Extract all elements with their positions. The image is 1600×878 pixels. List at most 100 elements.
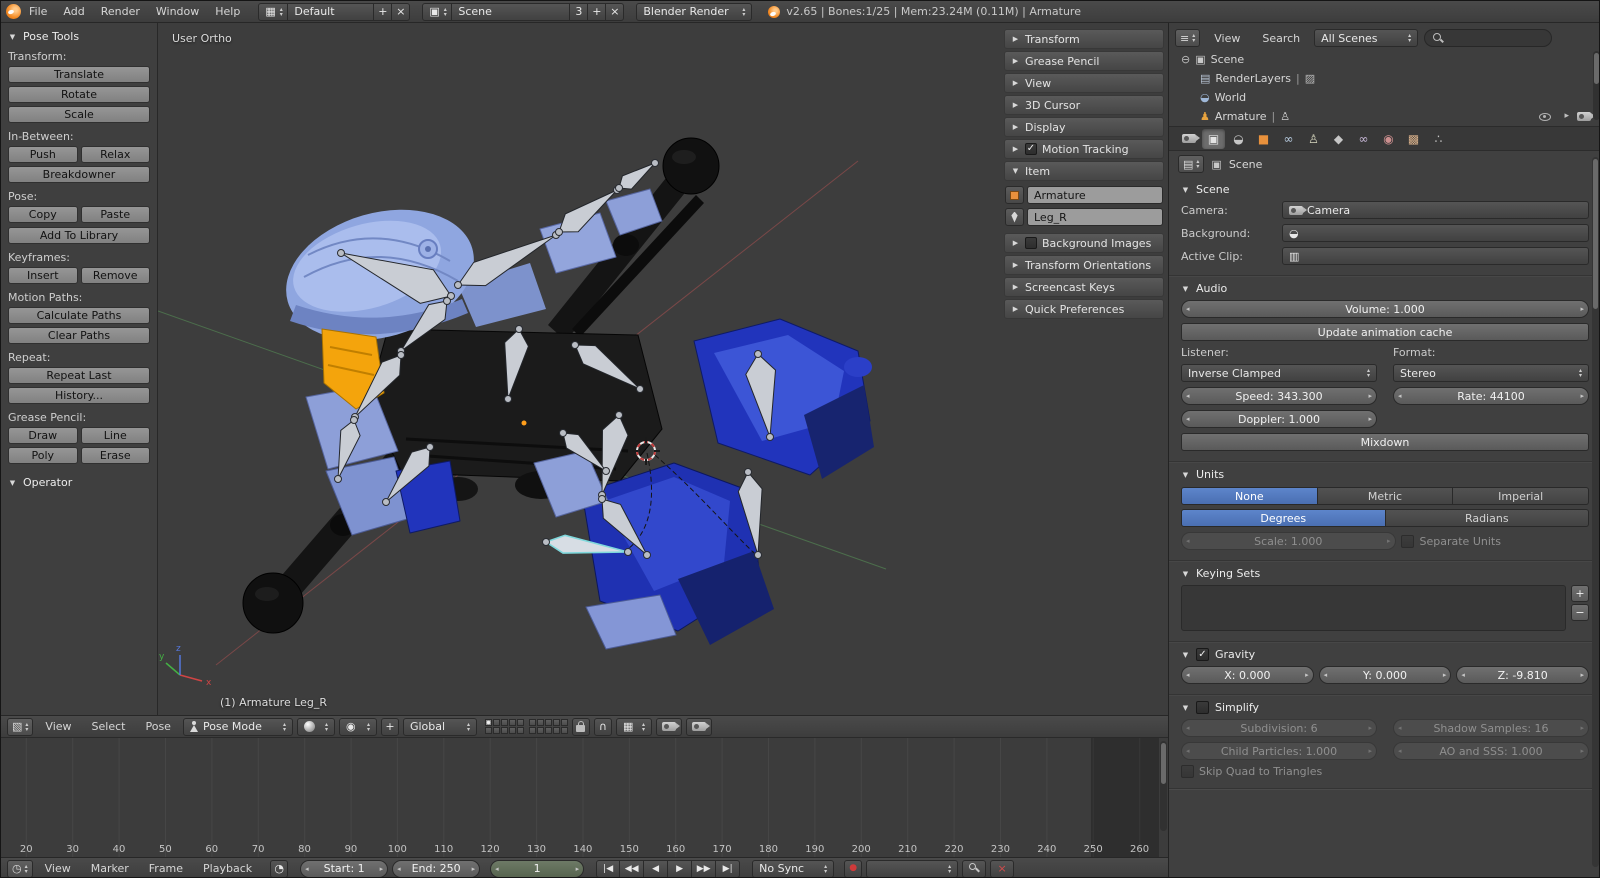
bone-joint[interactable] (624, 548, 632, 556)
rotate-button[interactable]: Rotate (8, 86, 150, 103)
bone-joint[interactable] (542, 538, 550, 546)
simplify-subdivision-slider[interactable]: Subdivision: 6 (1181, 719, 1377, 737)
outliner-search-field[interactable] (1424, 29, 1553, 47)
audio-channels-select[interactable]: Stereo (1393, 364, 1589, 382)
timeline-menu-view[interactable]: View (37, 862, 79, 875)
outliner-editor-type-button[interactable]: ≡ (1175, 29, 1201, 47)
bone-joint[interactable] (337, 249, 345, 257)
tab-texture[interactable]: ▩ (1402, 129, 1425, 149)
npanel-grease-pencil-header[interactable]: ▶ Grease Pencil (1004, 51, 1164, 71)
npanel-motion-tracking-header[interactable]: ▶ Motion Tracking (1004, 139, 1164, 159)
grease-draw-button[interactable]: Draw (8, 427, 78, 444)
properties-editor-type-button[interactable]: ▤ (1178, 155, 1205, 173)
jump-to-end-button[interactable]: ▶| (716, 859, 741, 877)
insert-keyframe-button[interactable] (962, 859, 987, 877)
bone-joint[interactable] (504, 395, 512, 403)
end-frame-field[interactable]: End: 250 (392, 859, 481, 877)
rotation-radians-toggle[interactable]: Radians (1385, 509, 1589, 527)
bone-joint[interactable] (571, 341, 579, 349)
npanel-3d-cursor-header[interactable]: ▶ 3D Cursor (1004, 95, 1164, 115)
jump-to-start-button[interactable]: |◀ (596, 859, 621, 877)
audio-panel-header[interactable]: ▼ Audio (1181, 282, 1589, 295)
remove-keying-set-button[interactable]: − (1571, 604, 1589, 621)
history-button[interactable]: History... (8, 387, 150, 404)
layer-cell[interactable] (552, 727, 560, 734)
units-panel-header[interactable]: ▼ Units (1181, 468, 1589, 481)
timeline-menu-playback[interactable]: Playback (195, 862, 260, 875)
bone-icon-button[interactable] (1005, 208, 1024, 226)
bone-joint[interactable] (643, 551, 651, 559)
npanel-transform-orientations-header[interactable]: ▶ Transform Orientations (1004, 255, 1164, 275)
bone-joint[interactable] (598, 495, 606, 503)
layer-cell[interactable] (528, 719, 536, 726)
gravity-z-field[interactable]: Z: -9.810 (1456, 666, 1590, 684)
active-object-name-field[interactable]: Armature (1027, 186, 1163, 204)
tab-armature-data[interactable]: ♙ (1302, 129, 1325, 149)
outliner-row-armature[interactable]: ♟ Armature | ♙ ▸ (1175, 107, 1595, 126)
bone-joint[interactable] (515, 325, 523, 333)
distance-model-select[interactable]: Inverse Clamped (1181, 364, 1377, 382)
timeline-editor[interactable]: 20 30 40 50 60 70 80 90 100 110 120 130 140 150 160 170… (1, 737, 1168, 857)
tab-scene[interactable]: ▣ (1202, 128, 1225, 149)
menu-add[interactable]: Add (55, 5, 92, 18)
layer-cell[interactable] (528, 727, 536, 734)
active-clip-select[interactable]: ▥ (1282, 247, 1589, 265)
simplify-panel-header[interactable]: ▼ Simplify (1181, 701, 1589, 714)
render-engine-select[interactable]: Blender Render (636, 2, 753, 21)
rotation-degrees-toggle[interactable]: Degrees (1181, 509, 1386, 527)
properties-scrollbar[interactable] (1592, 157, 1599, 867)
outliner-menu-view[interactable]: View (1206, 32, 1248, 45)
breakdowner-button[interactable]: Breakdowner (8, 166, 150, 183)
editor-type-button[interactable]: ▧ (7, 717, 34, 736)
remove-keyframe-button[interactable]: Remove (80, 267, 150, 284)
layer-cell[interactable] (500, 727, 508, 734)
layer-cell[interactable] (552, 719, 560, 726)
viewport-menu-pose[interactable]: Pose (137, 720, 178, 733)
outliner-scope-select[interactable]: All Scenes (1314, 29, 1419, 47)
gravity-checkbox[interactable] (1196, 648, 1209, 661)
layer-cell[interactable] (508, 719, 516, 726)
bone-joint[interactable] (602, 467, 610, 475)
bone-joint[interactable] (744, 468, 752, 476)
layer-cell[interactable] (508, 727, 516, 734)
keying-set-select[interactable] (866, 859, 959, 877)
outliner-menu-search[interactable]: Search (1254, 32, 1308, 45)
background-images-checkbox[interactable] (1025, 237, 1037, 249)
snap-element-select[interactable]: ▦ (615, 717, 652, 736)
gravity-panel-header[interactable]: ▼ Gravity (1181, 648, 1589, 661)
layer-cell[interactable] (484, 719, 492, 726)
push-button[interactable]: Push (8, 146, 78, 163)
npanel-item-header[interactable]: ▼ Item (1004, 161, 1164, 181)
opengl-render-button[interactable] (655, 717, 682, 736)
next-keyframe-button[interactable]: ▶▶ (692, 859, 717, 877)
simplify-shadow-samples-slider[interactable]: Shadow Samples: 16 (1393, 719, 1589, 737)
tab-object[interactable]: ■ (1252, 129, 1275, 149)
layer-cell[interactable] (484, 727, 492, 734)
auto-keyframe-toggle[interactable]: ● (844, 859, 863, 877)
bone-joint[interactable] (754, 350, 762, 358)
layer-cell[interactable] (544, 727, 552, 734)
start-frame-field[interactable]: Start: 1 (300, 859, 389, 877)
volume-slider[interactable]: Volume: 1.000 (1181, 300, 1589, 318)
doppler-slider[interactable]: Doppler: 1.000 (1181, 410, 1377, 428)
bone-joint[interactable] (443, 297, 451, 305)
restrict-render-toggle[interactable] (1577, 112, 1595, 121)
bone-joint[interactable] (636, 385, 644, 393)
bone-joint[interactable] (766, 433, 774, 441)
npanel-background-images-header[interactable]: ▶ Background Images (1004, 233, 1164, 253)
layer-cell[interactable] (536, 727, 544, 734)
tab-world[interactable]: ◒ (1227, 129, 1250, 149)
new-screen-layout-button[interactable]: + (374, 2, 393, 21)
new-scene-button[interactable]: + (588, 2, 607, 21)
layer-cell[interactable] (536, 719, 544, 726)
keying-sets-panel-header[interactable]: ▼ Keying Sets (1181, 567, 1589, 580)
bone-joint[interactable] (615, 184, 623, 192)
viewport-menu-select[interactable]: Select (84, 720, 134, 733)
bone-joint[interactable] (555, 228, 563, 236)
bone-joint[interactable] (651, 159, 659, 167)
pose-tools-panel-header[interactable]: ▼ Pose Tools (8, 30, 150, 43)
calculate-paths-button[interactable]: Calculate Paths (8, 307, 150, 324)
tab-bone[interactable]: ◆ (1327, 129, 1350, 149)
scene-camera-select[interactable]: Camera (1282, 201, 1589, 219)
sample-rate-slider[interactable]: Rate: 44100 (1393, 387, 1589, 405)
